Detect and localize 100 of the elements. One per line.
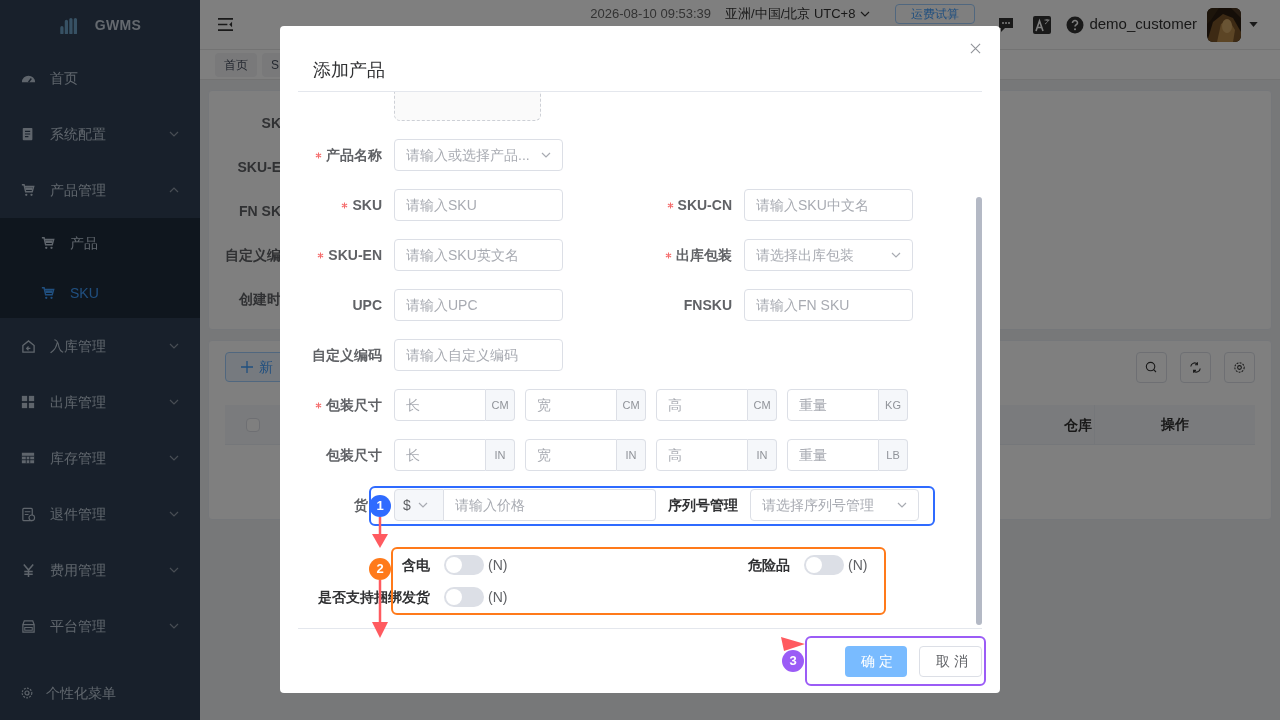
unit-label: CM (486, 389, 515, 421)
filter-label: SK (260, 114, 281, 133)
number-badge: 2 (369, 558, 391, 580)
plus-icon (241, 361, 253, 373)
field-label: 包装尺寸 (326, 445, 382, 465)
switch-label: 含电 (402, 555, 430, 575)
dimension-field[interactable]: 重量 (787, 389, 879, 421)
text-field[interactable]: 请输入自定义编码 (394, 339, 563, 371)
confirm-button[interactable]: 确 定 (845, 646, 907, 677)
field-label: SKU-CN (677, 195, 732, 215)
toggle-switch[interactable] (444, 587, 484, 607)
unit-label: IN (486, 439, 515, 471)
submenu-item[interactable]: 产品 (0, 218, 200, 268)
field-label: 出库包装 (676, 245, 732, 265)
arrow-head (781, 637, 805, 651)
grid-icon (20, 395, 36, 409)
cancel-button[interactable]: 取 消 (919, 646, 982, 677)
menu-item[interactable]: 平台管理 (0, 598, 200, 654)
menu-item[interactable]: 费用管理 (0, 542, 200, 598)
text-field[interactable]: 请输入SKU (394, 189, 563, 221)
select-field[interactable]: 请选择序列号管理 (750, 489, 919, 521)
house-icon (20, 338, 36, 354)
field-label: SKU (352, 195, 382, 215)
username-text[interactable]: demo_customer (1089, 13, 1197, 36)
text-field[interactable]: 请输入SKU英文名 (394, 239, 563, 271)
filter-label: 自定义编 (224, 246, 281, 265)
translate-icon[interactable] (1033, 15, 1052, 34)
column-header: 仓库 (1064, 404, 1095, 445)
text-field[interactable]: 请输入UPC (394, 289, 563, 321)
caret-down-icon[interactable] (1249, 22, 1258, 27)
search-icon (1144, 359, 1159, 375)
column-header: 操作 (1160, 415, 1190, 434)
unit-label: IN (617, 439, 646, 471)
menu-item[interactable]: 退件管理 (0, 486, 200, 542)
tag[interactable]: 首页 (215, 52, 257, 77)
help-icon[interactable] (1066, 15, 1085, 34)
dimension-field[interactable]: 重量 (787, 439, 879, 471)
dimension-field[interactable]: 长 (394, 439, 486, 471)
switch-state-label: (N) (488, 555, 508, 575)
field-label: 货 (354, 495, 368, 515)
switch-state-label: (N) (848, 555, 868, 575)
unit-label: CM (617, 389, 646, 421)
unit-label: KG (879, 389, 908, 421)
logo-text: GWMS (94, 15, 142, 35)
menu-item[interactable]: 首页 (0, 50, 200, 106)
dimension-field[interactable]: 高 (656, 439, 748, 471)
unit-label: CM (748, 389, 777, 421)
scrollbar-thumb[interactable] (976, 197, 982, 625)
filter-label: FN SK (238, 202, 281, 221)
cart-icon (40, 286, 56, 300)
switch-state-label: (N) (488, 587, 508, 607)
cart-icon (40, 236, 56, 250)
dimension-field[interactable]: 长 (394, 389, 486, 421)
menu-item[interactable]: 产品管理 (0, 162, 200, 218)
freight-calc-button[interactable]: 运费试算 (895, 4, 976, 24)
number-badge: 1 (369, 495, 391, 517)
store-icon (20, 618, 36, 634)
dimension-field[interactable]: 宽 (525, 389, 617, 421)
select-field[interactable]: 请输入或选择产品... (394, 139, 563, 171)
menu-item[interactable]: 出库管理 (0, 374, 200, 430)
field-label: UPC (352, 295, 382, 315)
price-field[interactable]: 请输入价格 (444, 489, 656, 521)
refresh-button[interactable] (1180, 351, 1211, 383)
gear-icon (20, 686, 34, 700)
text-field[interactable]: 请输入SKU中文名 (744, 189, 913, 221)
menu-item[interactable]: 系统配置 (0, 106, 200, 162)
menu-item[interactable]: 库存管理 (0, 430, 200, 486)
arrow (372, 517, 388, 548)
field-label: FNSKU (683, 295, 732, 315)
search-button[interactable] (1136, 351, 1167, 383)
close-icon[interactable] (970, 43, 981, 54)
number-badge: 3 (782, 650, 804, 672)
field-label: 产品名称 (326, 145, 382, 165)
field-label: 自定义编码 (312, 345, 382, 365)
document-clock-icon (20, 506, 36, 522)
currency-select[interactable]: $ (394, 489, 444, 521)
dimension-field[interactable]: 高 (656, 389, 748, 421)
menu-footer-item[interactable]: 个性化菜单 (0, 667, 200, 719)
menu-item[interactable]: 入库管理 (0, 318, 200, 374)
submenu-item[interactable]: SKU (0, 268, 200, 318)
field-label: SKU-EN (328, 245, 382, 265)
text-field[interactable]: 请输入FN SKU (744, 289, 913, 321)
field-label: 序列号管理 (668, 495, 738, 515)
table-icon (20, 451, 36, 465)
unit-label: LB (879, 439, 908, 471)
chat-icon[interactable] (997, 15, 1016, 34)
settings-icon (1232, 359, 1247, 375)
field-label: 包装尺寸 (326, 395, 382, 415)
toggle-switch[interactable] (444, 555, 484, 575)
cart-icon (20, 183, 36, 197)
settings-button[interactable] (1224, 351, 1255, 383)
unit-label: IN (748, 439, 777, 471)
filter-label: SKU-E (236, 158, 281, 177)
filter-label: 创建时 (238, 290, 281, 309)
select-field[interactable]: 请选择出库包装 (744, 239, 913, 271)
menu-icon[interactable] (217, 17, 234, 32)
datetime-text: 2026-08-10 09:53:39 (590, 6, 712, 22)
toggle-switch[interactable] (804, 555, 844, 575)
dimension-field[interactable]: 宽 (525, 439, 617, 471)
timezone-select[interactable]: 亚洲/中国/北京 UTC+8 (725, 6, 872, 22)
